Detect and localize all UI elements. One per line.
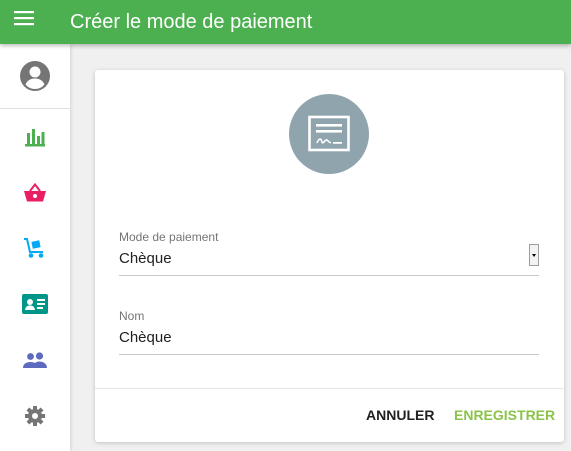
contact-card-icon: [22, 294, 48, 314]
payment-mode-select[interactable]: Chèque: [119, 250, 172, 267]
name-input[interactable]: Chèque: [119, 329, 172, 346]
sidebar-account[interactable]: [0, 44, 70, 109]
name-underline: [119, 354, 539, 355]
sidebar: [0, 44, 70, 451]
page-title: Créer le mode de paiement: [70, 11, 313, 33]
basket-icon: [24, 183, 46, 202]
sidebar-item-settings[interactable]: [0, 396, 70, 436]
payment-mode-underline: [119, 275, 539, 276]
payment-mode-label: Mode de paiement: [119, 230, 219, 244]
gear-icon: [25, 406, 45, 426]
people-icon: [23, 352, 47, 368]
sidebar-item-basket[interactable]: [0, 173, 70, 213]
sidebar-item-people[interactable]: [0, 340, 70, 380]
sidebar-item-delivery[interactable]: [0, 228, 70, 268]
cancel-button[interactable]: ANNULER: [366, 402, 434, 428]
sidebar-item-contact-card[interactable]: [0, 284, 70, 324]
save-button[interactable]: ENREGISTRER: [454, 402, 555, 428]
payment-mode-form-card: Mode de paiement Chèque Nom Chèque ANNUL…: [95, 70, 564, 442]
account-circle-icon: [20, 61, 50, 91]
card-actions-divider: [95, 388, 564, 389]
menu-icon: [14, 11, 34, 26]
hand-truck-icon: [24, 238, 44, 258]
bar-chart-icon: [25, 129, 45, 147]
header-icon-circle: [289, 94, 369, 174]
name-label: Nom: [119, 309, 145, 323]
menu-button[interactable]: [14, 10, 54, 34]
sidebar-item-stats[interactable]: [0, 117, 70, 157]
app-bar: Créer le mode de paiement: [0, 0, 571, 44]
cheque-icon: [308, 115, 350, 152]
dropdown-arrow-icon[interactable]: [529, 244, 539, 266]
